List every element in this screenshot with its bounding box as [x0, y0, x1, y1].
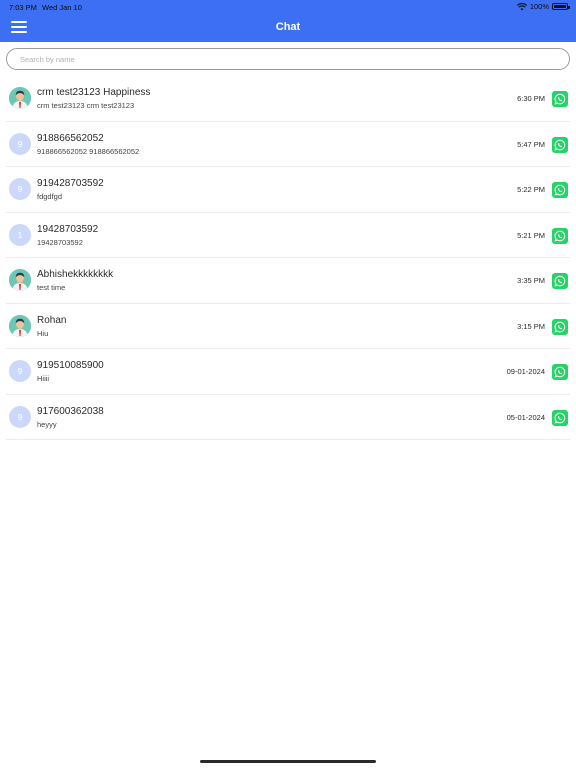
- last-message: Hiu: [37, 328, 49, 338]
- battery-percent: 100%: [529, 2, 549, 11]
- message-time: 09-01-2024: [506, 367, 545, 376]
- status-date: Wed Jan 10: [42, 3, 82, 12]
- last-message: Hiiii: [37, 374, 50, 383]
- chat-list-item[interactable]: 9 917600362038 heyyy 05-01-2024: [6, 395, 570, 440]
- whatsapp-icon[interactable]: [552, 409, 568, 426]
- battery-icon: [552, 3, 570, 10]
- whatsapp-icon[interactable]: [552, 318, 568, 335]
- message-time: 5:21 PM: [517, 230, 545, 240]
- contact-name: 19428703592: [37, 223, 99, 235]
- contact-name: Abhishekkkkkkkk: [37, 269, 114, 280]
- last-message: crm test23123 crm test23123: [37, 101, 135, 110]
- avatar-photo: [9, 87, 31, 109]
- contact-name: 918866562052: [37, 132, 104, 144]
- avatar-initial: 9: [9, 178, 31, 200]
- message-time: 3:35 PM: [517, 276, 545, 285]
- last-message: fdgdfgd: [37, 192, 63, 201]
- contact-name: Rohan: [37, 314, 67, 326]
- message-time: 3:15 PM: [517, 321, 545, 331]
- chat-list-item[interactable]: 9 919428703592 fdgdfgd 5:22 PM: [6, 167, 570, 213]
- chat-list-item[interactable]: 9 919510085900 Hiiii 09-01-2024: [6, 349, 570, 395]
- page-title: Chat: [275, 21, 301, 33]
- message-time: 5:47 PM: [517, 139, 545, 149]
- last-message: test time: [37, 283, 66, 292]
- chat-list-item[interactable]: 9 918866562052 918866562052 918866562052 5:…: [6, 122, 570, 167]
- home-indicator[interactable]: [200, 760, 376, 763]
- chat-list-item[interactable]: crm test23123 Happiness crm test23123 cr…: [6, 76, 570, 122]
- contact-name: 917600362038: [37, 405, 104, 417]
- whatsapp-icon[interactable]: [552, 182, 568, 198]
- chat-list-item[interactable]: Abhishekkkkkkkk test time 3:35 PM: [6, 258, 570, 304]
- avatar-initial: 1: [9, 223, 31, 246]
- contact-name: 919510085900: [37, 360, 104, 371]
- search-input[interactable]: [6, 48, 570, 70]
- avatar-photo: [9, 314, 31, 337]
- avatar-initial: 9: [9, 360, 31, 382]
- whatsapp-icon[interactable]: [552, 364, 568, 380]
- last-message: 918866562052 918866562052: [37, 146, 140, 156]
- status-right: 100%: [516, 2, 570, 11]
- status-bar: 7:03 PM Wed Jan 10 100%: [0, 0, 576, 14]
- message-time: 6:30 PM: [517, 94, 545, 103]
- status-time: 7:03 PM: [9, 3, 37, 12]
- wifi-icon: [516, 2, 527, 10]
- chat-list-item[interactable]: 1 19428703592 19428703592 5:21 PM: [6, 213, 570, 258]
- last-message: heyyy: [37, 419, 57, 429]
- message-time: 5:22 PM: [517, 185, 545, 194]
- whatsapp-icon[interactable]: [552, 273, 568, 289]
- avatar-photo: [9, 269, 31, 291]
- chat-list: crm test23123 Happiness crm test23123 cr…: [0, 76, 576, 440]
- avatar-initial: 9: [9, 132, 31, 155]
- contact-name: 919428703592: [37, 178, 104, 189]
- message-time: 05-01-2024: [506, 412, 545, 422]
- whatsapp-icon[interactable]: [552, 91, 568, 107]
- last-message: 19428703592: [37, 237, 83, 247]
- whatsapp-icon[interactable]: [552, 136, 568, 153]
- chat-list-item[interactable]: Rohan Hiu 3:15 PM: [6, 304, 570, 349]
- contact-name: crm test23123 Happiness: [37, 87, 151, 98]
- whatsapp-icon[interactable]: [552, 227, 568, 244]
- avatar-initial: 9: [9, 405, 31, 428]
